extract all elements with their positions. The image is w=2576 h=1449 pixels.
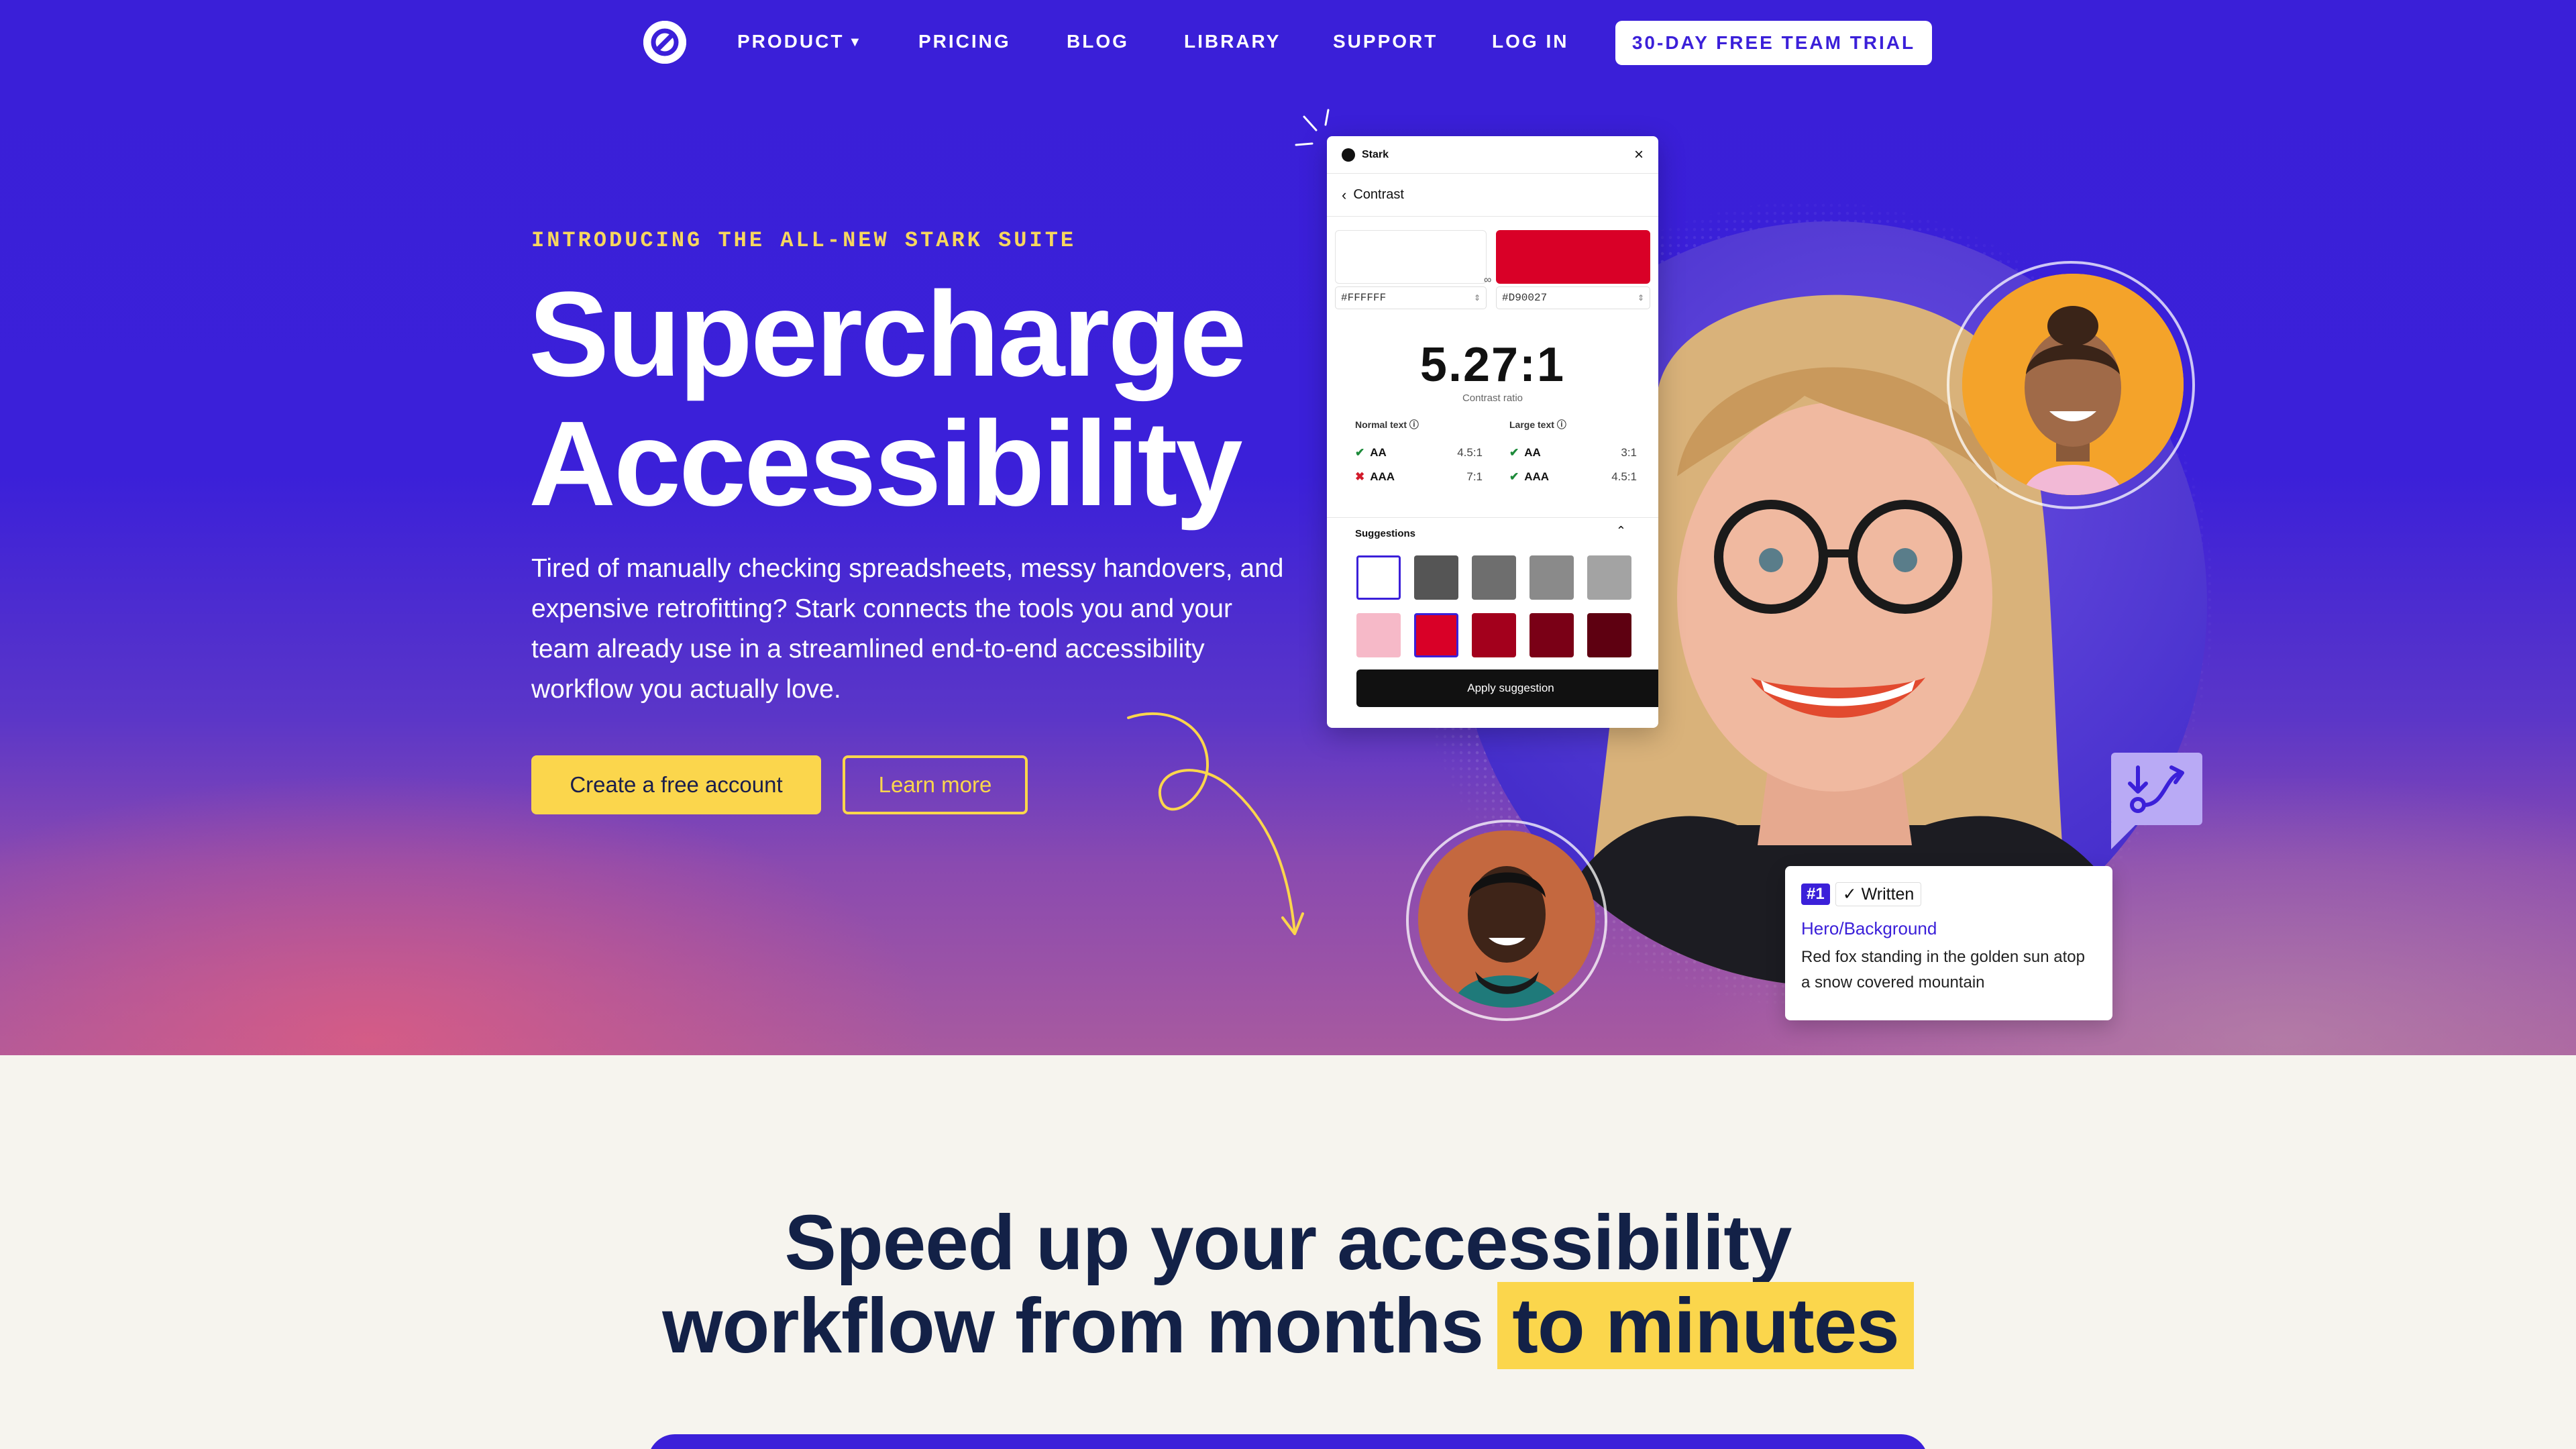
info-icon[interactable]: ⓘ [1557, 419, 1566, 430]
top-navigation: PRODUCT ▼ PRICING BLOG LIBRARY SUPPORT LO… [0, 0, 2576, 84]
check-icon: ✔ [1509, 446, 1519, 459]
create-account-button[interactable]: Create a free account [531, 755, 821, 814]
alt-text-card: #1 ✓ Written Hero/Background Red fox sta… [1785, 866, 2112, 1020]
apply-suggestion-button[interactable]: Apply suggestion [1356, 669, 1658, 707]
panel-breadcrumb[interactable]: ‹ Contrast [1327, 174, 1658, 217]
alt-text-number-badge: #1 [1801, 883, 1830, 905]
wcag-row: ✔ AA 3:1 [1509, 441, 1637, 465]
contrast-ratio-caption: Contrast ratio [1462, 392, 1523, 404]
link-icon[interactable]: ∞ [1484, 274, 1491, 286]
suggestions-label: Suggestions [1355, 528, 1416, 539]
hero-eyebrow: INTRODUCING THE ALL-NEW STARK SUITE [531, 228, 1077, 253]
wcag-threshold: 3:1 [1621, 446, 1637, 459]
workflow-card [2111, 753, 2202, 825]
background-swatch[interactable] [1496, 230, 1650, 284]
cross-icon: ✖ [1355, 470, 1365, 483]
section-title-line: workflow from months to minutes [0, 1282, 2576, 1369]
wcag-level: AAA [1370, 470, 1395, 483]
free-trial-button[interactable]: 30-DAY FREE TEAM TRIAL [1615, 21, 1932, 65]
nav-library[interactable]: LIBRARY [1184, 31, 1281, 52]
background-hex-input[interactable]: #D90027 ⇕ [1496, 286, 1650, 309]
suggestion-swatch[interactable] [1587, 613, 1631, 657]
large-text-label: Large text [1509, 419, 1554, 430]
suggestion-swatch[interactable] [1587, 555, 1631, 600]
suggestion-swatch[interactable] [1356, 555, 1401, 600]
workflow-card-tail-decoration [2111, 822, 2138, 849]
stepper-icon: ⇕ [1473, 293, 1481, 303]
check-icon: ✔ [1355, 446, 1365, 459]
learn-more-button[interactable]: Learn more [843, 755, 1028, 814]
suggestion-swatch[interactable] [1529, 613, 1574, 657]
nav-login[interactable]: LOG IN [1492, 31, 1568, 52]
nav-pricing[interactable]: PRICING [918, 31, 1011, 52]
alt-text-description: Red fox standing in the golden sun atop … [1801, 948, 2085, 991]
chevron-up-icon[interactable]: ⌃ [1616, 524, 1626, 538]
check-icon: ✓ [1842, 885, 1862, 904]
squiggle-arrow-icon [1127, 712, 1304, 935]
wcag-level: AA [1370, 446, 1387, 459]
wcag-threshold: 4.5:1 [1611, 470, 1637, 483]
wcag-row: ✔ AA 4.5:1 [1355, 441, 1483, 465]
chevron-down-icon: ▼ [848, 35, 864, 50]
wcag-level: AAA [1524, 470, 1550, 483]
section-title: Speed up your accessibility workflow fro… [0, 1199, 2576, 1369]
stepper-icon: ⇕ [1637, 293, 1644, 303]
hero-title: Supercharge Accessibility [529, 267, 1246, 531]
avatar-woman-image [1962, 274, 2184, 495]
status-badge-label: Written [1861, 885, 1915, 904]
stark-logo-icon[interactable] [643, 21, 686, 64]
hero-title-line: Supercharge [529, 267, 1246, 402]
next-section-card-edge [648, 1434, 1928, 1449]
nav-product[interactable]: PRODUCT ▼ [737, 31, 863, 52]
large-text-results: Large text ⓘ ✔ AA 3:1 ✔ AAA 4.5:1 [1509, 418, 1637, 489]
suggestion-swatch[interactable] [1414, 555, 1458, 600]
wcag-row: ✔ AAA 4.5:1 [1509, 465, 1637, 489]
info-icon[interactable]: ⓘ [1409, 419, 1419, 430]
foreground-hex-value: #FFFFFF [1341, 292, 1387, 304]
color-swatches: ∞ #FFFFFF ⇕ #D90027 ⇕ [1335, 230, 1650, 311]
normal-text-label: Normal text [1355, 419, 1407, 430]
panel-section-title: Contrast [1353, 187, 1404, 202]
hero-description: Tired of manually checking spreadsheets,… [531, 554, 1284, 704]
hero-section: PRODUCT ▼ PRICING BLOG LIBRARY SUPPORT LO… [0, 0, 2576, 1055]
foreground-swatch[interactable] [1335, 230, 1487, 284]
wcag-threshold: 4.5:1 [1457, 446, 1483, 459]
chevron-left-icon[interactable]: ‹ [1342, 186, 1346, 204]
suggestion-swatch[interactable] [1529, 555, 1574, 600]
contrast-ratio-value: 5.27:1 [1419, 338, 1566, 392]
close-icon[interactable]: × [1634, 146, 1644, 164]
section-title-line: Speed up your accessibility [784, 1199, 1792, 1286]
status-badge: ✓ Written [1835, 882, 1922, 906]
layer-path[interactable]: Hero/Background [1801, 918, 2096, 939]
wcag-row: ✖ AAA 7:1 [1355, 465, 1483, 489]
stark-app-icon [1342, 148, 1355, 162]
panel-header: Stark × [1327, 136, 1658, 174]
suggestion-swatch[interactable] [1472, 555, 1516, 600]
suggestion-swatch[interactable] [1472, 613, 1516, 657]
contrast-checker-panel: Stark × ‹ Contrast ∞ #FFFFFF ⇕ #D90027 ⇕ 5… [1327, 136, 1658, 728]
wcag-level: AA [1524, 446, 1541, 459]
section-title-text: workflow from months [662, 1282, 1484, 1369]
hero-title-line: Accessibility [529, 396, 1243, 531]
nav-product-label: PRODUCT [737, 31, 845, 52]
panel-app-name: Stark [1362, 148, 1389, 160]
check-icon: ✔ [1509, 470, 1519, 483]
foreground-hex-input[interactable]: #FFFFFF ⇕ [1335, 286, 1487, 309]
avatar-man-image [1418, 830, 1595, 1008]
background-hex-value: #D90027 [1502, 292, 1548, 304]
nav-blog[interactable]: BLOG [1067, 31, 1129, 52]
normal-text-results: Normal text ⓘ ✔ AA 4.5:1 ✖ AAA 7:1 [1355, 418, 1483, 489]
git-branch-icon [2128, 765, 2184, 813]
suggestion-swatch[interactable] [1356, 613, 1401, 657]
nav-support[interactable]: SUPPORT [1333, 31, 1438, 52]
section-title-highlight: to minutes [1497, 1282, 1914, 1369]
panel-divider [1327, 517, 1658, 518]
suggestion-swatch[interactable] [1414, 613, 1458, 657]
wcag-threshold: 7:1 [1466, 470, 1483, 483]
